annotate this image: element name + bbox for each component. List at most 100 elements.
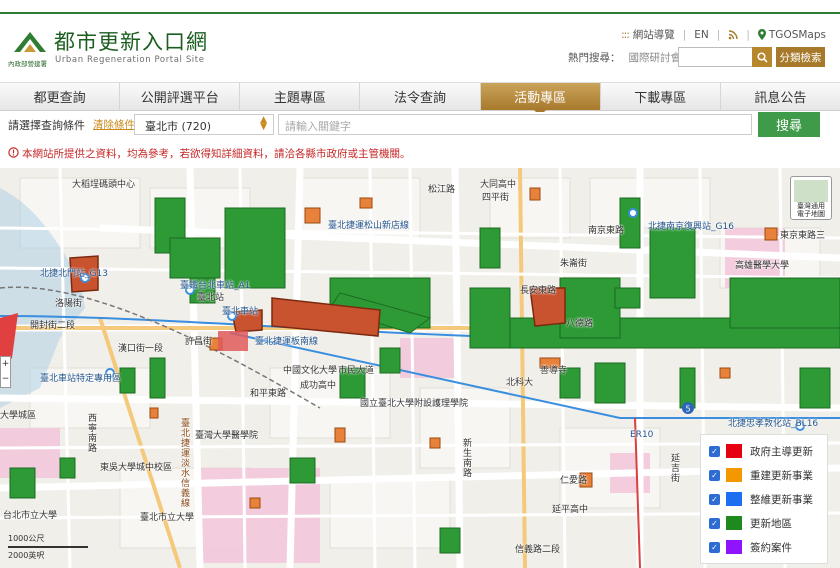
nav-announcements[interactable]: 訊息公告 <box>721 83 840 110</box>
category-search-button[interactable]: 分類檢索 <box>776 47 825 67</box>
map-label: 信義路二段 <box>515 545 561 555</box>
map-label: 和平東路 <box>250 389 287 399</box>
legend-item-reconstruction[interactable]: ✓ 重建更新事業 <box>709 467 813 483</box>
scale-imperial: 2000英呎 <box>8 551 45 560</box>
map-view[interactable]: 5 大稻埕碼頭中心 松江路 大同高中 臺北捷運松山新店線 四平街 北捷南京復興站… <box>0 168 840 568</box>
map-label: 臺北捷運松山新店線 <box>328 221 410 231</box>
map-label: 臺北車站特定專用區 <box>40 374 122 384</box>
legend-item-maintenance[interactable]: ✓ 整維更新事業 <box>709 491 813 507</box>
legend-label: 更新地區 <box>750 517 792 530</box>
map-label: 朱崙街 <box>560 259 588 269</box>
map-label: 國立臺北大學附設護理學院 <box>360 399 469 409</box>
divider: | <box>746 28 750 41</box>
map-scale: 1000公尺 2000英呎 <box>8 533 88 561</box>
checkbox-icon[interactable]: ✓ <box>709 517 720 529</box>
legend-label: 整維更新事業 <box>750 493 813 506</box>
site-subtitle: Urban Regeneration Portal Site <box>55 55 205 65</box>
agency-name: 內政部營建署 <box>8 60 47 68</box>
map-label: 南京東路 <box>588 226 625 236</box>
map-label: 東京東路三 <box>780 231 826 241</box>
map-label: 成功高中 <box>300 381 337 391</box>
disclaimer-notice: 本網站所提供之資料，均為參考，若欲得知詳細資料，請洽各縣市政府或主管機關。 <box>8 146 411 161</box>
checkbox-icon[interactable]: ✓ <box>709 469 720 481</box>
nav-downloads[interactable]: 下載專區 <box>601 83 721 110</box>
link-sitemap[interactable]: 網站導覽 <box>633 27 675 42</box>
legend-item-renewal-area[interactable]: ✓ 更新地區 <box>709 515 792 531</box>
map-label: 東吳大學城中校區 <box>100 463 173 473</box>
clear-filter-link[interactable]: 清除條件 <box>93 117 135 132</box>
scale-bar <box>8 546 88 548</box>
map-label: 高雄醫學大學 <box>735 261 790 271</box>
map-label: 四平街 <box>482 193 510 203</box>
legend-swatch <box>726 468 742 482</box>
map-label: 大稻埕碼頭中心 <box>72 180 136 190</box>
map-label: 中國文化大學 <box>283 366 338 376</box>
map-label: 臺灣大學醫學院 <box>195 431 259 441</box>
keyword-input[interactable]: 請輸入關鍵字 <box>278 114 752 135</box>
nav-events[interactable]: 活動專區 <box>480 83 601 116</box>
map-label: 仁愛路 <box>560 476 588 486</box>
legend-label: 政府主導更新 <box>750 445 813 458</box>
nav-topics[interactable]: 主題專區 <box>240 83 361 110</box>
zoom-in-icon[interactable]: + <box>1 357 10 372</box>
map-label: 延吉街 <box>669 453 679 483</box>
map-label: 北科大 <box>506 378 534 388</box>
basemap-label: 臺灣通用 電子地圖 <box>797 202 825 218</box>
main-nav: 都更查詢 公開評選平台 主題專區 法令查詢 活動專區 下載專區 訊息公告 <box>0 82 840 116</box>
hot-search-label: 熱門搜尋： <box>568 52 621 64</box>
legend-swatch <box>726 516 742 530</box>
map-legend: ✓ 政府主導更新 ✓ 重建更新事業 ✓ 整維更新事業 ✓ 更新地區 ✓ 簽約案件 <box>700 434 828 564</box>
link-tgosmaps[interactable]: TGOSMaps <box>769 29 826 41</box>
checkbox-icon[interactable]: ✓ <box>709 493 720 505</box>
site-logo[interactable]: 內政部營建署 都市更新入口網 Urban Regeneration Portal… <box>8 26 207 70</box>
hot-search-keyword[interactable]: 國際研討會 <box>629 52 682 64</box>
map-pin-icon <box>757 29 766 40</box>
filter-label: 請選擇查詢條件 <box>8 119 85 132</box>
select-caret-icon: ▲ ▼ <box>260 115 267 132</box>
map-label: 臺北捷運淡水信義線 <box>179 418 189 508</box>
map-label: 北捷忠孝敦化站_BL16 <box>728 419 819 429</box>
zoom-out-icon[interactable]: − <box>1 372 10 387</box>
map-label: 臺北站 <box>197 293 225 303</box>
basemap-thumbnail <box>794 180 828 202</box>
link-english[interactable]: EN <box>694 29 709 41</box>
nav-regulations[interactable]: 法令查詢 <box>360 83 481 110</box>
nav-public-selection[interactable]: 公開評選平台 <box>120 83 241 110</box>
logo-emblem-icon <box>14 32 46 52</box>
divider: | <box>682 28 687 41</box>
rss-icon[interactable] <box>728 29 739 40</box>
city-select[interactable]: 臺北市 (720) ▲ ▼ <box>134 114 274 135</box>
map-label: 北捷北門站_G13 <box>40 269 108 279</box>
map-label: 市民大道 <box>338 366 375 376</box>
legend-item-government-led[interactable]: ✓ 政府主導更新 <box>709 443 813 459</box>
divider: | <box>716 28 721 41</box>
legend-label: 重建更新事業 <box>750 469 813 482</box>
site-search-button[interactable] <box>752 47 772 67</box>
checkbox-icon[interactable]: ✓ <box>709 445 720 457</box>
nav-renewal-query[interactable]: 都更查詢 <box>0 83 121 110</box>
map-label: 延平高中 <box>552 505 589 515</box>
map-label: 臺北捷運板南線 <box>255 337 319 347</box>
legend-swatch <box>726 444 742 458</box>
filter-bar: 請選擇查詢條件 清除條件 臺北市 (720) ▲ ▼ 請輸入關鍵字 搜尋 <box>0 112 840 138</box>
map-label: 松江路 <box>428 185 456 195</box>
map-label: 大學城區 <box>0 411 37 421</box>
legend-swatch <box>726 540 742 554</box>
checkbox-icon[interactable]: ✓ <box>709 541 720 553</box>
site-title: 都市更新入口網 <box>54 30 208 54</box>
svg-text:5: 5 <box>685 405 690 414</box>
map-label: 西寧南路 <box>86 413 96 453</box>
city-select-value: 臺北市 (720) <box>145 120 212 133</box>
search-button[interactable]: 搜尋 <box>758 112 820 137</box>
basemap-switch-button[interactable]: 臺灣通用 電子地圖 <box>790 176 832 220</box>
map-label: 臺北車站 <box>222 307 259 317</box>
zoom-control[interactable]: + − <box>0 356 11 388</box>
map-label: 台北市立大學 <box>3 511 58 521</box>
legend-item-contract[interactable]: ✓ 簽約案件 <box>709 539 792 555</box>
legend-swatch <box>726 492 742 506</box>
map-label: ER10 <box>630 430 654 440</box>
disclaimer-text: 本網站所提供之資料，均為參考，若欲得知詳細資料，請洽各縣市政府或主管機關。 <box>22 148 411 160</box>
map-label: 洛陽街 <box>55 299 83 309</box>
header-top-rule <box>0 12 840 14</box>
keyword-placeholder: 請輸入關鍵字 <box>285 120 351 133</box>
